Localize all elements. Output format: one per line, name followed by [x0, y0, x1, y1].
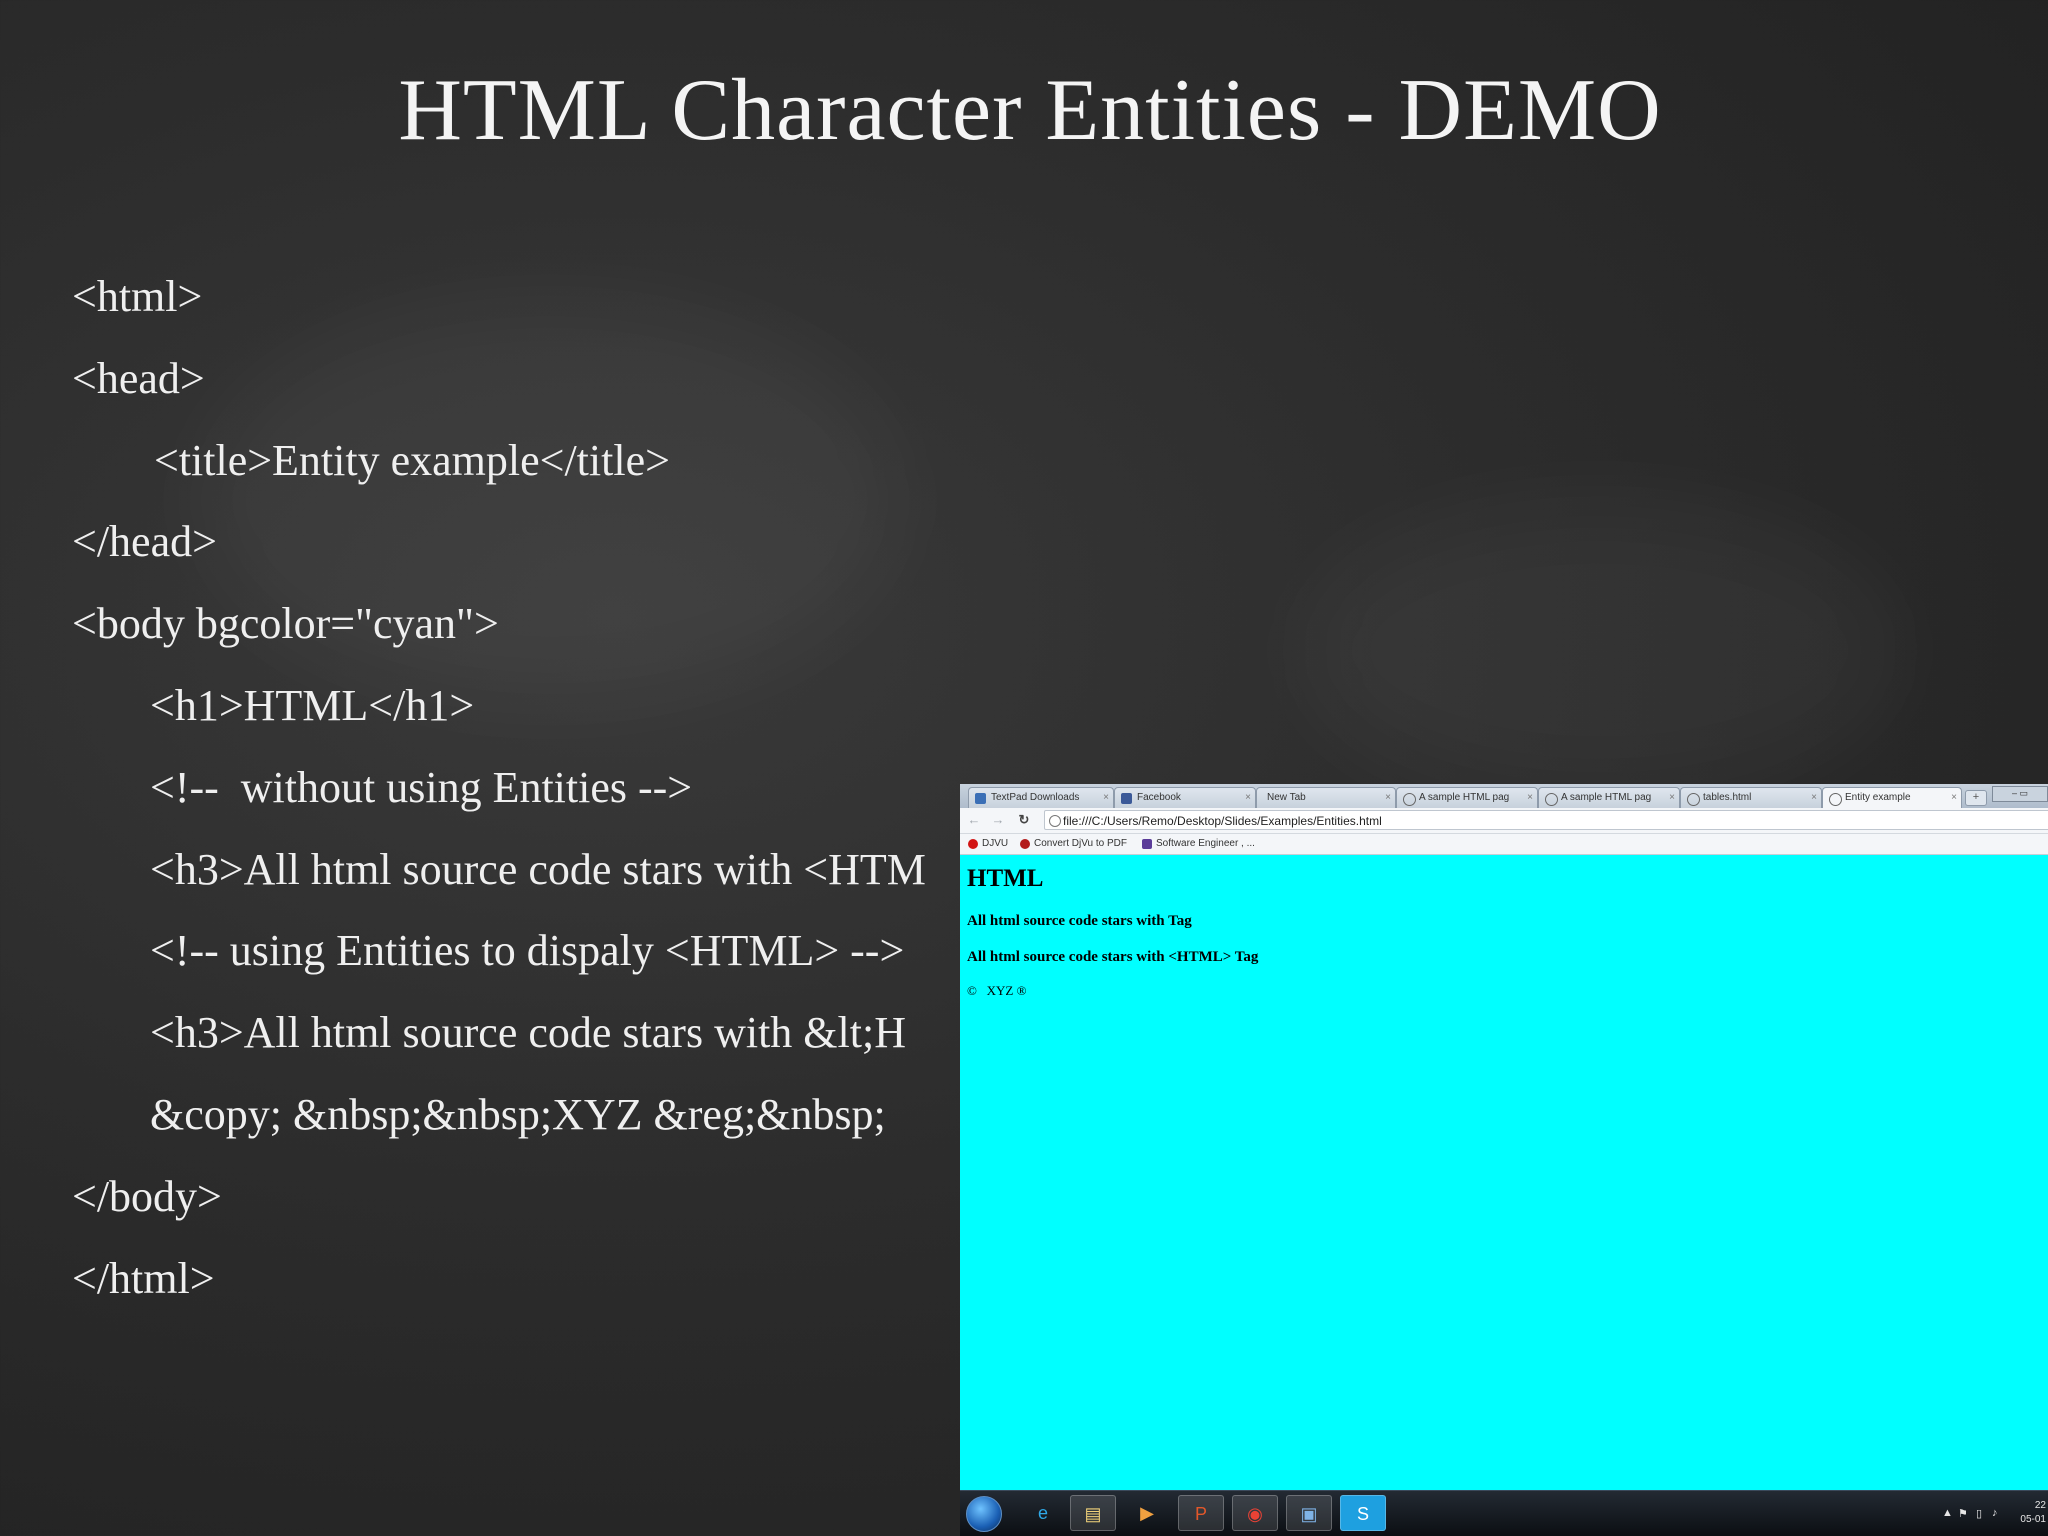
- bookmark-djvu[interactable]: DJVU: [966, 837, 1008, 851]
- page-icon: [1403, 793, 1416, 806]
- code-line: </body>: [72, 1171, 222, 1221]
- slide-title: HTML Character Entities - DEMO: [398, 62, 1662, 159]
- internet-explorer-icon[interactable]: e: [1020, 1495, 1066, 1531]
- system-tray: ▲ ⚑ ▯ ♪ 22 05-01: [1918, 1491, 2048, 1536]
- code-line: <h3>All html source code stars with &lt;…: [150, 1008, 906, 1058]
- tab-label: Facebook: [1137, 792, 1181, 803]
- file-explorer-icon[interactable]: ▤: [1070, 1495, 1116, 1531]
- bookmark-software-engineer[interactable]: Software Engineer , ...: [1140, 837, 1255, 851]
- code-line: </head>: [72, 517, 217, 567]
- tab-tables-html[interactable]: tables.html ×: [1680, 787, 1822, 808]
- tab-label: TextPad Downloads: [991, 792, 1080, 803]
- taskbar: e ▤ ▶ P ◉ ▣ S ▲ ⚑ ▯ ♪ 22 05-01: [960, 1490, 2048, 1536]
- media-player-icon[interactable]: ▶: [1124, 1495, 1170, 1531]
- tab-bar: TextPad Downloads × Facebook × New Tab ×…: [960, 784, 2048, 808]
- volume-icon[interactable]: ♪: [1992, 1507, 1998, 1519]
- monster-icon: [1142, 839, 1152, 849]
- code-line: <body bgcolor="cyan">: [72, 599, 499, 649]
- skype-icon[interactable]: S: [1340, 1495, 1386, 1531]
- tab-sample-html-1[interactable]: A sample HTML pag ×: [1396, 787, 1538, 808]
- close-icon[interactable]: ×: [1811, 788, 1817, 808]
- code-line: <!-- using Entities to dispaly <HTML> --…: [150, 926, 905, 976]
- rendered-page: HTML All html source code stars with Tag…: [960, 855, 2048, 1490]
- tab-label: tables.html: [1703, 792, 1752, 803]
- bookmarks-bar: DJVU Convert DjVu to PDF Software Engine…: [960, 834, 2048, 855]
- new-tab-button[interactable]: +: [1965, 790, 1987, 806]
- close-icon[interactable]: ×: [1951, 788, 1957, 808]
- page-icon: [1545, 793, 1558, 806]
- code-block: <html> <head> <title>Entity example</tit…: [72, 262, 926, 1325]
- tab-label: A sample HTML pag: [1561, 792, 1652, 803]
- address-text: file:///C:/Users/Remo/Desktop/Slides/Exa…: [1063, 814, 1382, 828]
- page-icon: [1687, 793, 1700, 806]
- back-arrow-icon[interactable]: ←: [966, 812, 982, 828]
- address-bar[interactable]: file:///C:/Users/Remo/Desktop/Slides/Exa…: [1044, 810, 2048, 830]
- code-line: <html>: [72, 272, 203, 321]
- chrome-icon[interactable]: ◉: [1232, 1495, 1278, 1531]
- textpad-icon: [975, 793, 986, 804]
- tab-entity-example[interactable]: Entity example ×: [1822, 787, 1962, 808]
- close-icon[interactable]: ×: [1527, 788, 1533, 808]
- window-controls[interactable]: – ▭: [1992, 786, 2048, 802]
- browser-screenshot: TextPad Downloads × Facebook × New Tab ×…: [960, 784, 2048, 1536]
- code-line: <!-- without using Entities -->: [150, 762, 693, 812]
- copyright-line: © XYZ ®: [967, 983, 1027, 998]
- tab-textpad-downloads[interactable]: TextPad Downloads ×: [968, 787, 1114, 808]
- tab-new-tab[interactable]: New Tab ×: [1256, 787, 1396, 808]
- code-line: <title>Entity example</title>: [154, 435, 670, 485]
- tab-facebook[interactable]: Facebook ×: [1114, 787, 1256, 808]
- code-line: </html>: [72, 1253, 215, 1303]
- tab-sample-html-2[interactable]: A sample HTML pag ×: [1538, 787, 1680, 808]
- bookmark-convert-djvu[interactable]: Convert DjVu to PDF: [1018, 837, 1127, 851]
- close-icon[interactable]: ×: [1245, 788, 1251, 808]
- code-line: &copy; &nbsp;&nbsp;XYZ &reg;&nbsp;: [150, 1089, 886, 1139]
- heading-with-entities: All html source code stars with <HTML> T…: [967, 949, 1259, 965]
- bookmark-label: DJVU: [982, 838, 1009, 849]
- heading-without-entities: All html source code stars with Tag: [967, 913, 1192, 929]
- clock-date: 05-01: [2020, 1514, 2046, 1525]
- browser-toolbar: ← → ↻ file:///C:/Users/Remo/Desktop/Slid…: [960, 808, 2048, 834]
- reload-icon[interactable]: ↻: [1016, 812, 1032, 828]
- start-button[interactable]: [966, 1496, 1002, 1532]
- facebook-icon: [1121, 793, 1132, 804]
- page-icon: [1049, 815, 1061, 827]
- clock[interactable]: 22 05-01: [2020, 1499, 2046, 1527]
- bookmark-label: Convert DjVu to PDF: [1034, 838, 1127, 849]
- powerpoint-icon[interactable]: P: [1178, 1495, 1224, 1531]
- code-line: <h1>HTML</h1>: [150, 680, 475, 730]
- remote-desktop-icon[interactable]: ▣: [1286, 1495, 1332, 1531]
- action-center-flag-icon[interactable]: ⚑: [1958, 1507, 1968, 1520]
- tab-label: New Tab: [1267, 792, 1306, 803]
- bookmark-label: Software Engineer , ...: [1156, 838, 1255, 849]
- chalk-smudge: [1300, 500, 1900, 800]
- battery-icon[interactable]: ▯: [1976, 1507, 1982, 1520]
- page-icon: [1829, 793, 1842, 806]
- close-icon[interactable]: ×: [1669, 788, 1675, 808]
- forward-arrow-icon[interactable]: →: [990, 812, 1006, 828]
- djvu-icon: [968, 839, 978, 849]
- clock-time: 22: [2034, 1500, 2046, 1511]
- close-icon[interactable]: ×: [1385, 788, 1391, 808]
- show-hidden-icons-icon[interactable]: ▲: [1942, 1507, 1953, 1519]
- tab-label: Entity example: [1845, 792, 1911, 803]
- tab-label: A sample HTML pag: [1419, 792, 1510, 803]
- page-heading: HTML: [967, 865, 1044, 892]
- convert-icon: [1020, 839, 1030, 849]
- close-icon[interactable]: ×: [1103, 788, 1109, 808]
- code-line: <head>: [72, 353, 205, 403]
- code-line: <h3>All html source code stars with <HTM: [150, 844, 926, 894]
